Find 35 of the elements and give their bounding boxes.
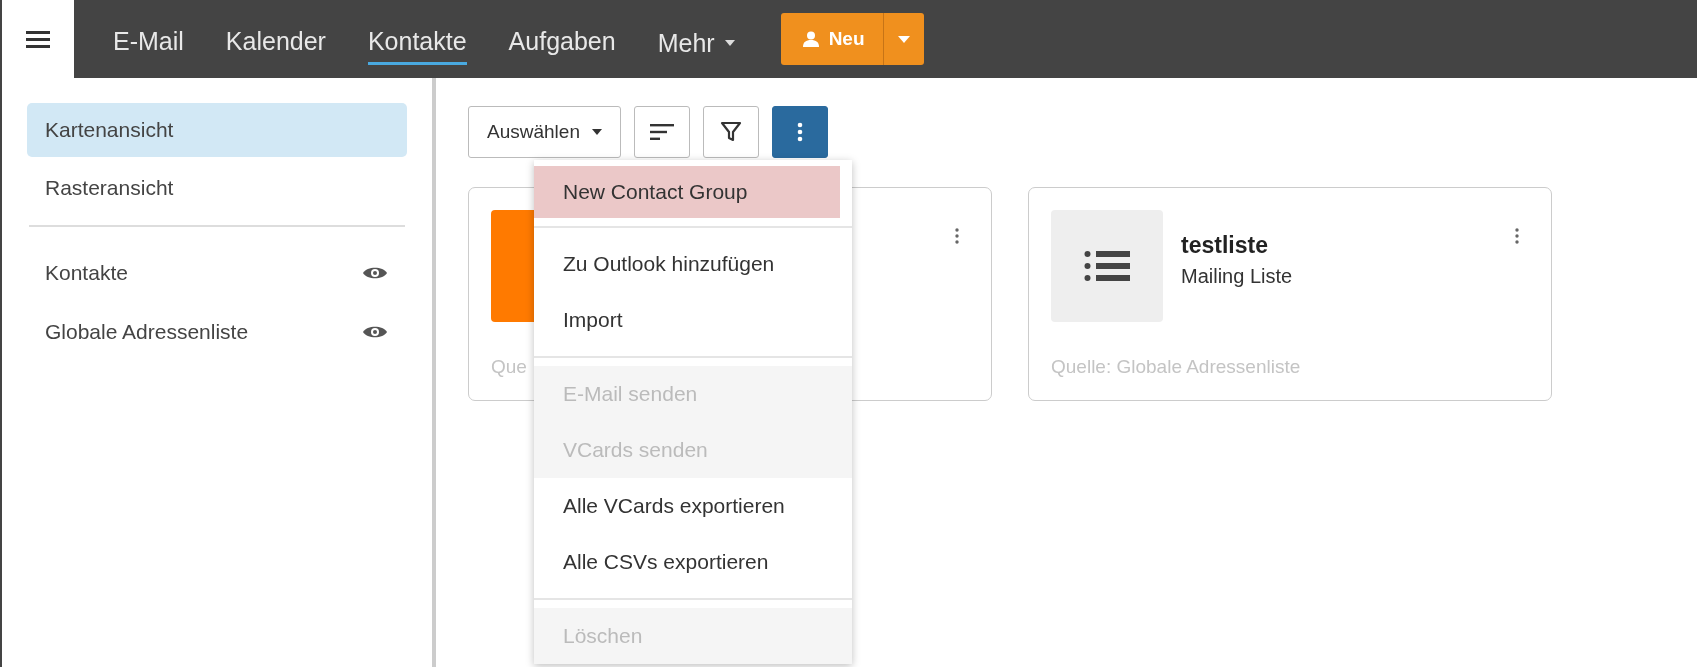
sort-icon bbox=[649, 124, 674, 140]
view-item[interactable]: Rasteransicht bbox=[27, 161, 407, 215]
kebab-icon[interactable] bbox=[1515, 228, 1519, 244]
nav-tab[interactable]: Kalender bbox=[225, 21, 326, 65]
menu-item[interactable]: Alle VCards exportieren bbox=[534, 478, 852, 534]
address-book-item[interactable]: Globale Adressenliste bbox=[45, 319, 249, 344]
filter-button[interactable] bbox=[702, 106, 759, 158]
person-icon bbox=[802, 31, 819, 47]
contact-card[interactable]: testliste Mailing Liste Quelle: Globale Adressenliste bbox=[1028, 187, 1552, 401]
list-icon bbox=[1084, 250, 1130, 282]
caret-icon bbox=[724, 40, 735, 46]
menu-item[interactable]: Alle CSVs exportieren bbox=[534, 534, 852, 590]
menu-button[interactable] bbox=[2, 0, 74, 78]
card-subtitle: Mailing Liste bbox=[1181, 265, 1294, 288]
kebab-icon bbox=[796, 122, 803, 142]
more-options-button[interactable] bbox=[771, 106, 828, 158]
menu-item[interactable]: Zu Outlook hinzufügen bbox=[534, 236, 852, 292]
more-menu[interactable]: Mehr bbox=[657, 22, 735, 64]
nav-tab[interactable]: Kontakte bbox=[367, 21, 467, 65]
menu-icon bbox=[26, 30, 50, 48]
sort-button[interactable] bbox=[633, 106, 690, 158]
nav-tab[interactable]: E-Mail bbox=[113, 21, 184, 65]
select-dropdown[interactable]: Auswählen bbox=[468, 106, 621, 158]
caret-icon bbox=[897, 35, 910, 43]
caret-icon bbox=[591, 129, 602, 135]
view-item[interactable]: Kartenansicht bbox=[27, 103, 407, 157]
filter-icon bbox=[719, 121, 742, 143]
card-source: Quelle: Globale Adressenliste bbox=[1051, 356, 1302, 378]
address-book-item[interactable]: Kontakte bbox=[45, 260, 128, 285]
nav-tab[interactable]: Aufgaben bbox=[508, 21, 616, 65]
kebab-icon[interactable] bbox=[955, 228, 959, 244]
menu-item[interactable]: Import bbox=[534, 292, 852, 348]
card-title: testliste bbox=[1181, 232, 1269, 259]
card-source: Que bbox=[491, 356, 528, 378]
menu-item[interactable]: New Contact Group bbox=[534, 166, 840, 218]
